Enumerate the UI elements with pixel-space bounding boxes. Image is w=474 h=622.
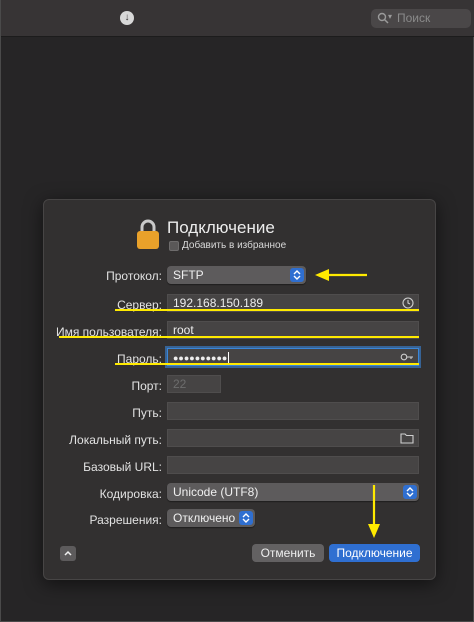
arrow-left-icon bbox=[315, 269, 367, 281]
app-window: ↓ ▾ Поиск Подключение Добавить в избранн… bbox=[0, 0, 474, 622]
annotation-arrows bbox=[315, 269, 380, 538]
arrow-down-icon bbox=[368, 485, 380, 538]
